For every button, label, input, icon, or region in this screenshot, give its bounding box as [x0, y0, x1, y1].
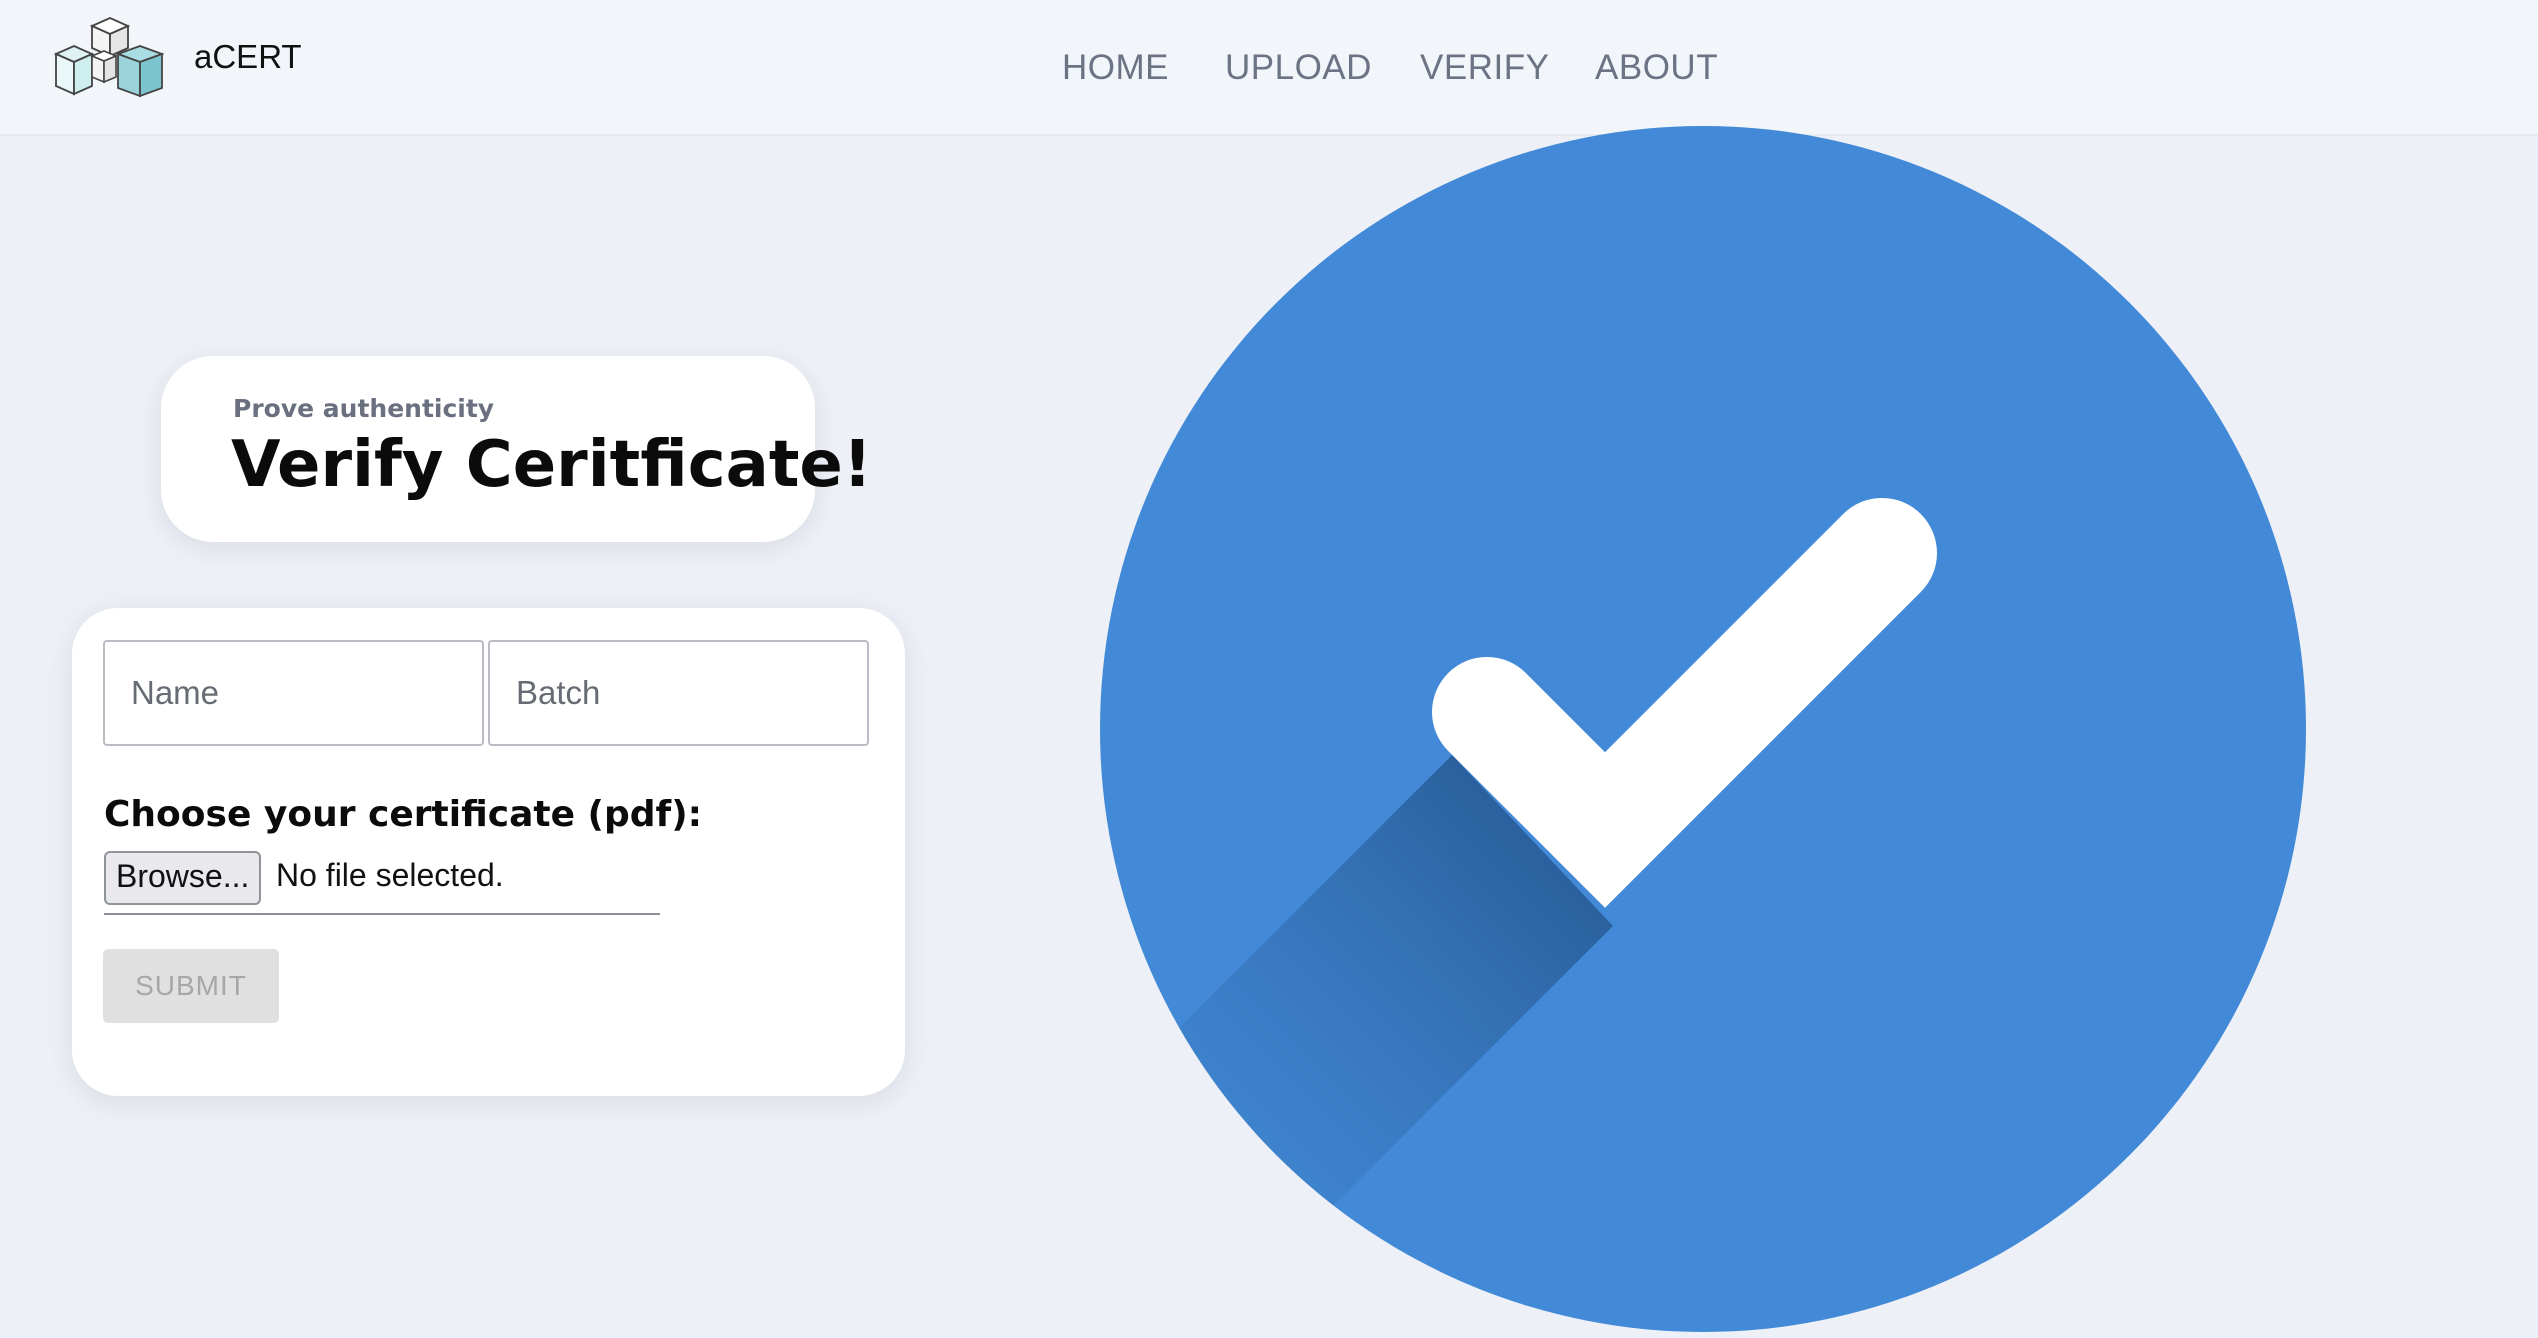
name-input[interactable]: [103, 640, 484, 746]
page-title: Verify Ceritficate!: [231, 428, 872, 502]
stacked-cubes-icon[interactable]: [52, 16, 168, 102]
browse-button[interactable]: Browse...: [104, 851, 262, 905]
page-subtitle: Prove authenticity: [233, 394, 495, 423]
submit-button[interactable]: SUBMIT: [103, 949, 279, 1023]
nav-home[interactable]: HOME: [1062, 48, 1169, 88]
brand-name[interactable]: aCERT: [194, 38, 302, 76]
file-input-label: Choose your certificate (pdf):: [104, 794, 703, 835]
check-circle-icon: [1100, 126, 2306, 1332]
nav-about[interactable]: ABOUT: [1595, 48, 1718, 88]
verify-form: Choose your certificate (pdf): Browse...…: [72, 608, 905, 1096]
page: aCERT HOME UPLOAD VERIFY ABOUT Prove aut…: [0, 0, 2538, 1338]
batch-input[interactable]: [488, 640, 869, 746]
top-navbar: aCERT HOME UPLOAD VERIFY ABOUT: [0, 0, 2538, 136]
nav-upload[interactable]: UPLOAD: [1225, 48, 1372, 88]
file-status-text: No file selected.: [276, 857, 504, 893]
title-card: Prove authenticity Verify Ceritficate!: [161, 356, 872, 542]
file-input[interactable]: Browse... No file selected.: [104, 851, 660, 915]
nav-verify[interactable]: VERIFY: [1420, 48, 1549, 88]
